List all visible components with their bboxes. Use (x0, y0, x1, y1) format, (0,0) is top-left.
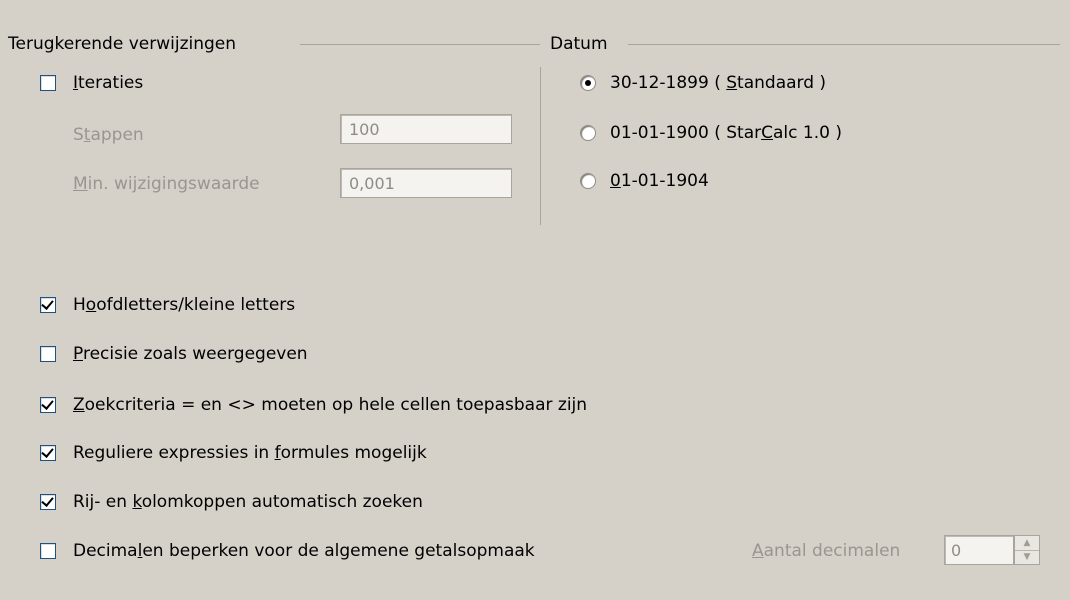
precision-as-shown-checkbox[interactable] (40, 346, 56, 362)
decimal-places-spinner[interactable]: ▲ ▼ (1014, 535, 1040, 565)
iterations-label[interactable]: Iteraties (73, 72, 143, 94)
date-1904-radio[interactable] (580, 173, 596, 189)
iterations-group-line (300, 44, 540, 45)
steps-input[interactable]: 100 (340, 114, 512, 144)
limit-decimals-checkbox[interactable] (40, 543, 56, 559)
date-1900-label[interactable]: 01-01-1900 ( StarCalc 1.0 ) (610, 122, 842, 144)
precision-as-shown-label[interactable]: Precisie zoals weergegeven (73, 343, 308, 365)
spin-down-arrow-icon[interactable]: ▼ (1015, 550, 1039, 564)
steps-label: Stappen (73, 125, 144, 145)
decimal-places-input[interactable]: 0 (944, 535, 1014, 565)
whole-cell-criteria-checkbox[interactable] (40, 397, 56, 413)
case-sensitive-label[interactable]: Hoofdletters/kleine letters (73, 294, 295, 316)
regex-formulas-label[interactable]: Reguliere expressies in formules mogelij… (73, 442, 427, 464)
date-1904-label[interactable]: 01-01-1904 (610, 170, 709, 192)
min-change-input[interactable]: 0,001 (340, 168, 512, 198)
case-sensitive-checkbox[interactable] (40, 297, 56, 313)
limit-decimals-label[interactable]: Decimalen beperken voor de algemene geta… (73, 540, 535, 562)
date-group-line (628, 44, 1060, 45)
regex-formulas-checkbox[interactable] (40, 445, 56, 461)
date-group-title: Datum (550, 34, 612, 54)
date-1899-label[interactable]: 30-12-1899 ( Standaard ) (610, 72, 826, 94)
group-separator (540, 67, 541, 225)
date-1899-radio[interactable] (580, 75, 596, 91)
spin-up-arrow-icon[interactable]: ▲ (1015, 536, 1039, 551)
date-1900-radio[interactable] (580, 125, 596, 141)
iterations-checkbox[interactable] (40, 75, 56, 91)
auto-find-labels-checkbox[interactable] (40, 494, 56, 510)
auto-find-labels-label[interactable]: Rij- en kolomkoppen automatisch zoeken (73, 491, 423, 513)
min-change-label: Min. wijzigingswaarde (73, 174, 260, 194)
decimal-places-label: Aantal decimalen (752, 541, 901, 561)
whole-cell-criteria-label[interactable]: Zoekcriteria = en <> moeten op hele cell… (73, 394, 587, 416)
iterations-group-title: Terugkerende verwijzingen (8, 34, 241, 54)
